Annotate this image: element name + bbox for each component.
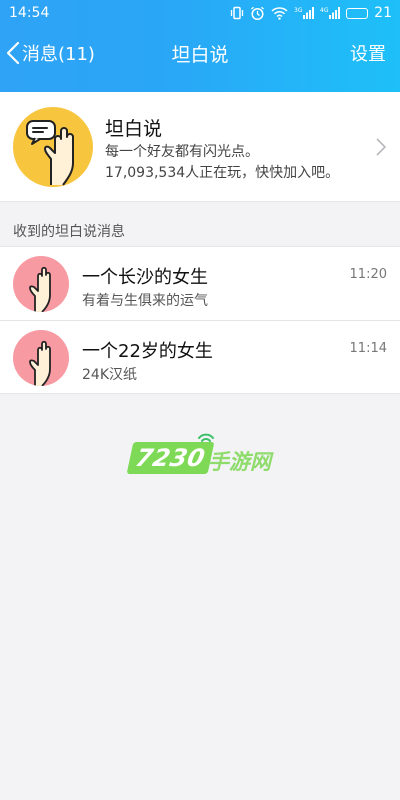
chevron-left-icon [6, 41, 20, 65]
signal-3g-icon: 3G [294, 6, 315, 20]
intro-player-count: 17,093,534人正在玩，快快加入吧。 [105, 165, 340, 181]
watermark-number: 7230 [126, 442, 215, 474]
header: 14:54 3G 4G 21 消息(11) 坦白说 设置 [0, 0, 400, 92]
message-title: 一个22岁的女生 [82, 341, 213, 362]
wifi-icon [271, 6, 288, 20]
intro-title: 坦白说 [105, 118, 163, 140]
message-time: 11:14 [349, 341, 387, 356]
settings-button[interactable]: 设置 [350, 26, 386, 80]
intro-description: 每一个好友都有闪光点。 [105, 144, 259, 160]
status-icons: 3G 4G 21 [230, 5, 392, 21]
message-list: 一个长沙的女生 有着与生俱来的运气 11:20 一个22岁的女生 24K汉纸 1… [0, 246, 400, 394]
battery-icon [346, 7, 369, 19]
message-item[interactable]: 一个22岁的女生 24K汉纸 11:14 [0, 320, 400, 393]
section-label: 收到的坦白说消息 [13, 224, 125, 240]
message-time: 11:20 [349, 267, 387, 282]
watermark-text: 手游网 [208, 450, 271, 474]
vibrate-icon [230, 6, 244, 20]
raised-hand-speech-icon [13, 107, 93, 187]
back-button[interactable]: 消息(11) [6, 26, 95, 80]
status-time: 14:54 [9, 5, 50, 21]
battery-level: 21 [374, 5, 392, 21]
raised-hand-icon [13, 256, 69, 312]
intro-card[interactable]: 坦白说 每一个好友都有闪光点。 17,093,534人正在玩，快快加入吧。 [0, 92, 400, 202]
alarm-icon [250, 6, 265, 21]
message-item[interactable]: 一个长沙的女生 有着与生俱来的运气 11:20 [0, 247, 400, 320]
svg-text:3G: 3G [294, 7, 303, 14]
watermark-logo: 7230 手游网 [126, 432, 275, 474]
nav-bar: 消息(11) 坦白说 设置 [0, 26, 400, 80]
chevron-right-icon [376, 138, 387, 156]
message-title: 一个长沙的女生 [82, 267, 208, 288]
status-bar: 14:54 3G 4G 21 [0, 0, 400, 26]
svg-text:4G: 4G [320, 7, 329, 14]
message-subtitle: 24K汉纸 [82, 367, 137, 383]
message-subtitle: 有着与生俱来的运气 [82, 293, 208, 309]
signal-4g-icon: 4G [320, 6, 341, 20]
back-label: 消息(11) [22, 44, 95, 65]
raised-hand-icon [13, 330, 69, 386]
